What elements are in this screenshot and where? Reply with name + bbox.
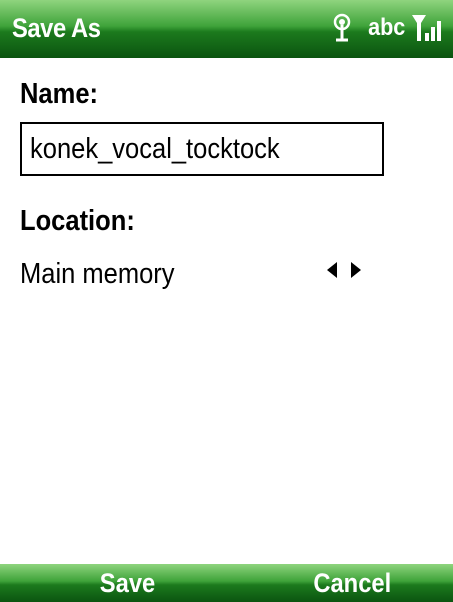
name-input[interactable]: konek_vocal_tocktock [20, 122, 384, 176]
title-bar: Save As abc [0, 0, 453, 58]
location-value: Main memory [20, 257, 175, 290]
softkey-bar: Save Cancel [0, 564, 453, 602]
signal-strength-icon [412, 15, 441, 41]
status-icons: abc [332, 10, 445, 46]
spinner-arrows[interactable] [325, 260, 363, 280]
location-spinner[interactable]: Main memory [20, 250, 400, 298]
arrow-left-icon[interactable] [325, 260, 339, 280]
cancel-softkey[interactable]: Cancel [313, 566, 391, 600]
save-as-screen: Save As abc Name: konek_vocal_tocktock L… [0, 0, 453, 602]
name-label: Name: [20, 78, 99, 110]
location-label: Location: [20, 205, 135, 237]
input-mode-indicator: abc [367, 14, 405, 41]
window-title: Save As [12, 13, 101, 43]
antenna-icon [333, 13, 350, 42]
arrow-right-icon[interactable] [349, 260, 363, 280]
name-input-value: konek_vocal_tocktock [30, 132, 280, 165]
save-softkey[interactable]: Save [100, 566, 155, 600]
